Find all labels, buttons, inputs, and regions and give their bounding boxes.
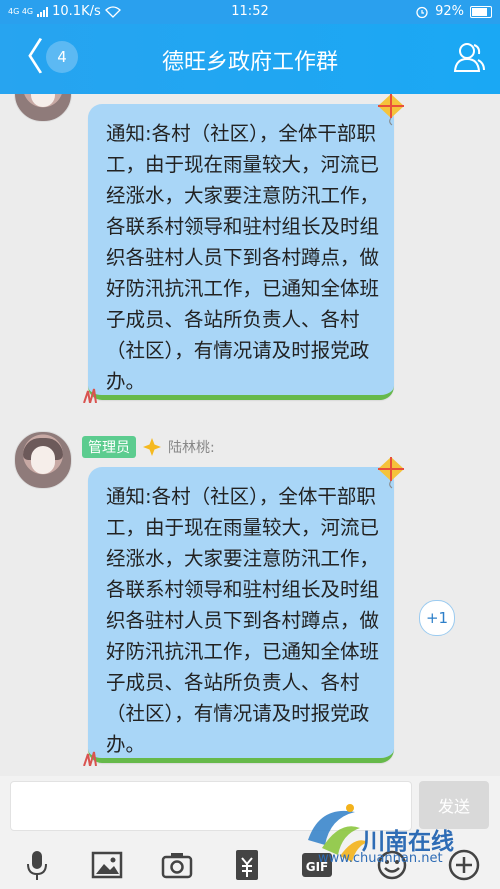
image-icon[interactable]: [90, 848, 124, 882]
sender-name[interactable]: 陆林桃:: [168, 437, 215, 457]
avatar[interactable]: [14, 431, 72, 489]
plus-one-button[interactable]: +1: [419, 600, 455, 636]
watermark-url: www.chuannan.net: [318, 851, 443, 866]
group-title: 德旺乡政府工作群: [161, 50, 338, 75]
chat-area[interactable]: 通知:各村（社区），全体干部职工，由于现在雨量较大，河流已经涨水，大家要注意防汛…: [0, 94, 500, 776]
alarm-icon: [416, 6, 428, 18]
grass-icon: [83, 388, 97, 403]
message-bubble[interactable]: 通知:各村（社区），全体干部职工，由于现在雨量较大，河流已经涨水，大家要注意防汛…: [83, 94, 404, 403]
battery-icon: [470, 5, 492, 18]
battery-percent: 92%: [435, 4, 464, 19]
message-text: 通知:各村（社区），全体干部职工，由于现在雨量较大，河流已经涨水，大家要注意防汛…: [106, 122, 380, 393]
avatar[interactable]: [14, 94, 72, 122]
kite-icon: [378, 457, 404, 489]
red-packet-icon[interactable]: [230, 848, 264, 882]
kite-icon: [378, 94, 404, 126]
sender-line: 管理员 陆林桃:: [82, 436, 215, 458]
status-bar: 4G 4G 10.1K/s 11:52 92%: [0, 0, 500, 24]
group-members-icon[interactable]: [452, 40, 486, 74]
grass-icon: [83, 751, 97, 766]
message-bubble[interactable]: 通知:各村（社区），全体干部职工，由于现在雨量较大，河流已经涨水，大家要注意防汛…: [83, 457, 404, 766]
mic-icon[interactable]: [20, 848, 54, 882]
star-icon: [143, 438, 161, 456]
message-text: 通知:各村（社区），全体干部职工，由于现在雨量较大，河流已经涨水，大家要注意防汛…: [106, 485, 380, 756]
title-bar: 〈 4 德旺乡政府工作群: [0, 24, 500, 94]
camera-icon[interactable]: [160, 848, 194, 882]
admin-badge: 管理员: [82, 436, 136, 458]
